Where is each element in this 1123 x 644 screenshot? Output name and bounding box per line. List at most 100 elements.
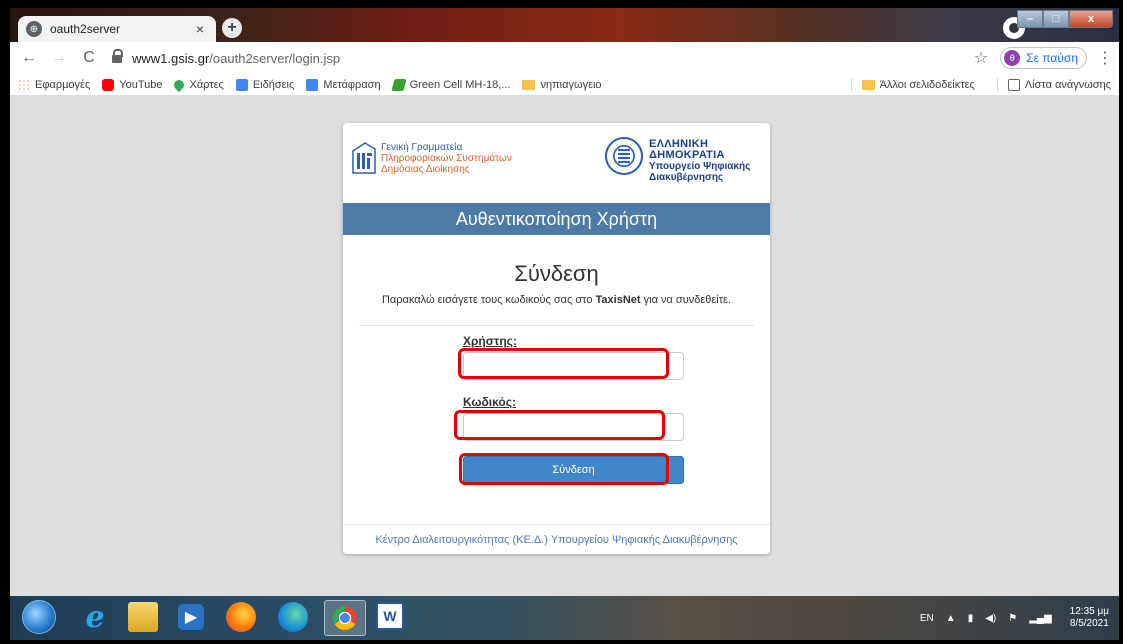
password-field[interactable] <box>463 413 684 441</box>
maximize-button[interactable]: □ <box>1043 10 1069 28</box>
url-path: /oauth2server/login.jsp <box>209 50 341 66</box>
close-window-button[interactable]: x <box>1069 10 1113 28</box>
bookmark-label: YouTube <box>119 78 163 91</box>
bookmark-youtube[interactable]: YouTube <box>102 78 163 91</box>
windows-taskbar: e ▶ W EN ▲ ▮ ◀) ⚑ ▂▄▆ 12:35 μμ 8/5/2021 <box>10 596 1119 640</box>
internet-explorer-icon[interactable]: e <box>80 600 110 635</box>
desc-prefix: Παρακαλώ εισάγετε τους κωδικούς σας στο <box>381 294 596 306</box>
lock-icon[interactable] <box>112 49 123 63</box>
gov-line2: Υπουργείο Ψηφιακής <box>649 161 751 172</box>
kebab-menu-icon[interactable]: ⋮ <box>1097 48 1113 68</box>
divider <box>343 524 770 525</box>
tab-close-icon[interactable]: × <box>192 21 208 37</box>
login-description: Παρακαλώ εισάγετε τους κωδικούς σας στο … <box>343 294 770 306</box>
new-tab-button[interactable]: + <box>222 18 242 38</box>
bookmark-folder-nipiagogeio[interactable]: νηπιαγωγειο <box>522 78 602 91</box>
bookmark-label: Χάρτες <box>189 78 224 91</box>
media-player-icon[interactable]: ▶ <box>178 604 204 630</box>
gov-line1: ΕΛΛΗΝΙΚΗ ΔΗΜΟΚΡΑΤΙΑ <box>649 138 725 161</box>
folder-icon <box>861 79 875 90</box>
bookmark-label: Green Cell MH-18,... <box>409 78 511 91</box>
login-title: Σύνδεση <box>514 261 599 286</box>
divider <box>359 325 754 326</box>
other-bookmarks-label: Άλλοι σελιδοδείκτες <box>879 78 975 91</box>
signal-bars-icon[interactable]: ▂▄▆ <box>1029 613 1051 624</box>
greencell-icon <box>390 78 407 91</box>
firefox-icon[interactable] <box>226 602 256 632</box>
word-icon[interactable]: W <box>376 602 404 630</box>
address-bar[interactable]: www1.gsis.gr/oauth2server/login.jsp <box>108 46 974 70</box>
avatar: θ <box>1004 50 1021 66</box>
url-text[interactable]: www1.gsis.gr/oauth2server/login.jsp <box>132 51 340 66</box>
volume-icon[interactable]: ◀) <box>985 613 996 624</box>
reload-icon[interactable]: C <box>78 49 100 67</box>
news-icon <box>235 78 248 91</box>
gsis-title: Γενική Γραμματεία Πληροφοριακών Συστημάτ… <box>381 142 512 175</box>
desc-taxisnet: TaxisNet <box>595 294 641 306</box>
apps-grid-icon <box>18 78 30 91</box>
gsis-line1: Γενική Γραμματεία <box>381 142 463 153</box>
gsis-line2: Πληροφοριακών Συστημάτων <box>381 153 512 164</box>
bookmark-maps[interactable]: Χάρτες <box>172 77 224 92</box>
clock[interactable]: 12:35 μμ 8/5/2021 <box>1070 606 1109 630</box>
web-page: Γενική Γραμματεία Πληροφοριακών Συστημάτ… <box>10 96 1119 596</box>
translate-icon <box>306 78 319 91</box>
tab-title: oauth2server <box>50 22 121 36</box>
edge-icon[interactable] <box>278 602 308 632</box>
minimize-button[interactable]: – <box>1017 10 1043 28</box>
chrome-icon[interactable] <box>324 600 366 636</box>
card-header: Γενική Γραμματεία Πληροφοριακών Συστημάτ… <box>343 123 770 203</box>
hellenic-republic-seal-icon <box>605 137 643 175</box>
chrome-logo-icon <box>333 606 357 630</box>
gsis-logo-icon <box>352 142 376 174</box>
bookmark-label: νηπιαγωγειο <box>540 78 602 91</box>
separator <box>850 77 852 92</box>
password-label: Κωδικός: <box>463 395 516 409</box>
system-tray: EN ▲ ▮ ◀) ⚑ ▂▄▆ 12:35 μμ 8/5/2021 <box>920 596 1109 640</box>
bookmark-label: Μετάφραση <box>323 78 381 91</box>
maps-pin-icon <box>172 77 187 92</box>
gsis-line3: Δημόσιας Διοίκησης <box>381 164 470 175</box>
profile-status: Σε παύση <box>1026 51 1078 65</box>
network-icon[interactable]: ▮ <box>968 613 974 624</box>
login-card: Γενική Γραμματεία Πληροφοριακών Συστημάτ… <box>343 123 770 554</box>
auth-band-title: Αυθεντικοποίηση Χρήστη <box>343 203 770 235</box>
username-label: Χρήστης: <box>463 334 517 348</box>
window-controls: – □ x <box>1017 10 1113 28</box>
bookmark-label: Εφαρμογές <box>35 78 91 91</box>
gov-title: ΕΛΛΗΝΙΚΗ ΔΗΜΟΚΡΑΤΙΑ Υπουργείο Ψηφιακής Δ… <box>649 138 770 184</box>
bookmark-greencell[interactable]: Green Cell MH-18,... <box>390 78 511 91</box>
bookmark-apps[interactable]: Εφαρμογές <box>18 78 91 91</box>
clock-date: 8/5/2021 <box>1069 618 1109 629</box>
action-center-flag-icon[interactable]: ⚑ <box>1008 613 1017 624</box>
browser-tab[interactable]: ⊕ oauth2server × <box>18 16 216 42</box>
footer-link[interactable]: Κέντρο Διαλειτουργικότητας (ΚΕ.Δ.) Υπουρ… <box>343 534 770 546</box>
desc-suffix: για να συνδεθείτε. <box>640 294 732 306</box>
reading-list-label: Λίστα ανάγνωσης <box>1024 78 1111 91</box>
reading-list[interactable]: Λίστα ανάγνωσης <box>1007 78 1111 91</box>
login-button[interactable]: Σύνδεση <box>463 456 684 484</box>
bookmark-translate[interactable]: Μετάφραση <box>306 78 381 91</box>
language-indicator[interactable]: EN <box>920 613 934 624</box>
browser-toolbar: ← → C www1.gsis.gr/oauth2server/login.js… <box>10 42 1119 74</box>
clock-time: 12:35 μμ <box>1069 606 1109 617</box>
url-host: www1.gsis.gr <box>132 50 210 66</box>
file-explorer-icon[interactable] <box>128 602 158 632</box>
start-button[interactable] <box>22 600 56 634</box>
forward-arrow-icon[interactable]: → <box>48 49 70 67</box>
desktop-screen: ⊕ oauth2server × + – □ x ← → C www1.gsis… <box>10 8 1119 640</box>
profile-button[interactable]: θ Σε παύση <box>1000 47 1087 69</box>
bookmarks-right: Άλλοι σελιδοδείκτες Λίστα ανάγνωσης <box>841 77 1111 92</box>
separator <box>996 77 998 92</box>
bookmark-label: Ειδήσεις <box>252 78 295 91</box>
browser-titlebar: ⊕ oauth2server × + – □ x <box>10 8 1119 42</box>
globe-icon: ⊕ <box>26 21 42 37</box>
bookmark-news[interactable]: Ειδήσεις <box>235 78 295 91</box>
bookmark-star-icon[interactable]: ☆ <box>974 48 988 68</box>
other-bookmarks[interactable]: Άλλοι σελιδοδείκτες <box>861 78 975 91</box>
username-field[interactable] <box>463 352 684 380</box>
show-hidden-icons-icon[interactable]: ▲ <box>946 613 956 624</box>
back-arrow-icon[interactable]: ← <box>18 49 40 67</box>
gov-line3: Διακυβέρνησης <box>649 172 724 183</box>
bookmarks-bar: Εφαρμογές YouTube Χάρτες Ειδήσεις Μετάφρ… <box>10 74 1119 96</box>
